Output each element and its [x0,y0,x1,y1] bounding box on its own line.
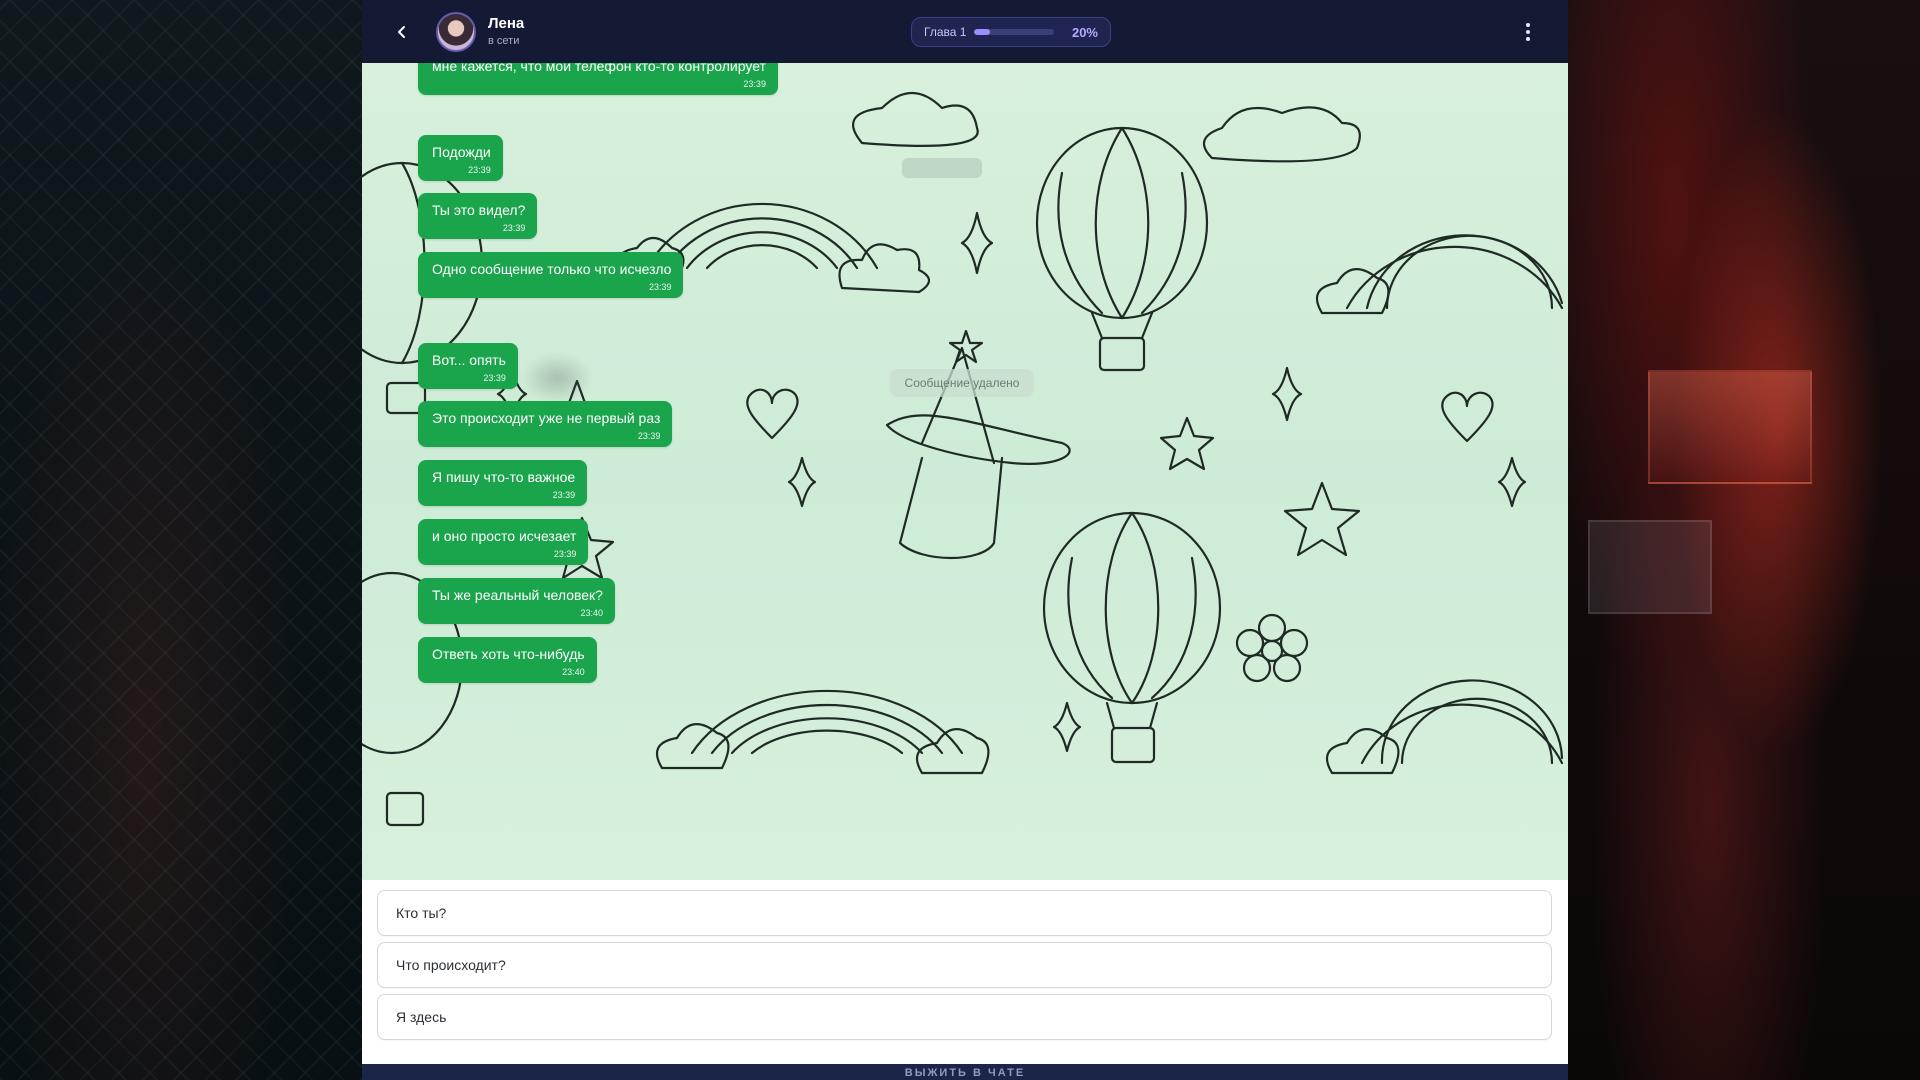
cloud-doodle [852,92,1361,163]
message-text: Подожди [432,144,491,160]
contact-info: Лена в сети [488,15,524,49]
message-time: 23:40 [562,667,585,677]
rainbow-doodle [1325,679,1564,775]
chevron-left-icon [398,25,405,38]
progress-bar [974,29,1055,35]
message-text: и оно просто исчезает [432,528,577,544]
menu-button[interactable] [1518,20,1538,44]
game-title: ВЫЖИТЬ В ЧАТЕ [904,1067,1026,1079]
message-bubble[interactable]: Одно сообщение только что исчезло 23:39 [418,252,684,298]
message-bubble[interactable]: Я пишу что-то важное 23:39 [418,460,588,506]
chat-area[interactable]: мне кажется, что мой телефон кто-то конт… [362,63,1568,880]
hidden-message-stub [902,158,982,178]
reply-option[interactable]: Я здесь [377,994,1552,1040]
message-time: 23:39 [553,549,577,559]
message-time: 23:39 [743,79,766,89]
avatar[interactable] [436,11,476,52]
message-time: 23:39 [552,490,576,500]
more-vertical-icon [1526,22,1530,27]
footer-bar: ВЫЖИТЬ В ЧАТЕ [362,1064,1568,1080]
chat-app: Лена в сети Глава 1 20% мне кажется, что… [362,0,1568,1080]
message-bubble[interactable]: Ты же реальный человек? 23:40 [418,578,615,624]
deleted-message-note: Сообщение удалено [890,369,1034,397]
flower-doodle [1235,613,1309,683]
message-text: мне кажется, что мой телефон кто-то конт… [432,63,766,74]
heart-doodle [746,388,1494,443]
reply-options: Кто ты? Что происходит? Я здесь [362,880,1568,1064]
message-text: Я пишу что-то важное [432,469,576,485]
vanishing-message-effect [522,353,592,403]
message-text: Вот... опять [432,352,506,368]
progress-percent: 20% [1071,24,1098,40]
message-bubble[interactable]: и оно просто исчезает 23:39 [418,519,589,565]
message-time: 23:40 [580,608,603,618]
message-text: Одно сообщение только что исчезло [432,261,672,277]
contact-status: в сети [488,34,520,47]
back-button[interactable] [390,20,414,44]
wizard-hat-doodle [885,329,1071,559]
message-text: Ты это видел? [432,202,526,218]
right-background-scene [1568,0,1920,1080]
message-time: 23:39 [502,223,526,233]
message-time: 23:39 [468,165,491,175]
balloon-doodle [1035,126,1209,372]
message-bubble[interactable]: мне кажется, что мой телефон кто-то конт… [418,63,778,95]
message-bubble[interactable]: Ответь хоть что-нибудь 23:40 [418,637,597,683]
reply-option[interactable]: Кто ты? [377,890,1552,936]
message-text: Это происходит уже не первый раз [432,410,661,426]
chapter-label: Глава 1 [924,25,967,39]
chat-header: Лена в сети Глава 1 20% [362,0,1568,63]
rainbow-doodle [655,689,990,775]
message-bubble[interactable]: Это происходит уже не первый раз 23:39 [418,401,673,447]
message-bubble[interactable]: Ты это видел? 23:39 [418,193,538,239]
progress-fill [974,29,991,35]
message-text: Ты же реальный человек? [432,587,603,603]
chapter-progress: Глава 1 20% [911,17,1111,47]
message-time: 23:39 [648,282,672,292]
balloon-doodle [1042,511,1222,764]
message-time: 23:39 [637,431,661,441]
reply-option[interactable]: Что происходит? [377,942,1552,988]
message-text: Ответь хоть что-нибудь [432,646,585,662]
message-bubble[interactable]: Вот... опять 23:39 [418,343,518,389]
message-time: 23:39 [483,373,506,383]
contact-name: Лена [488,14,525,32]
rainbow-doodle [1315,234,1564,315]
message-bubble[interactable]: Подожди 23:39 [418,135,503,181]
left-background-scene [0,0,362,1080]
